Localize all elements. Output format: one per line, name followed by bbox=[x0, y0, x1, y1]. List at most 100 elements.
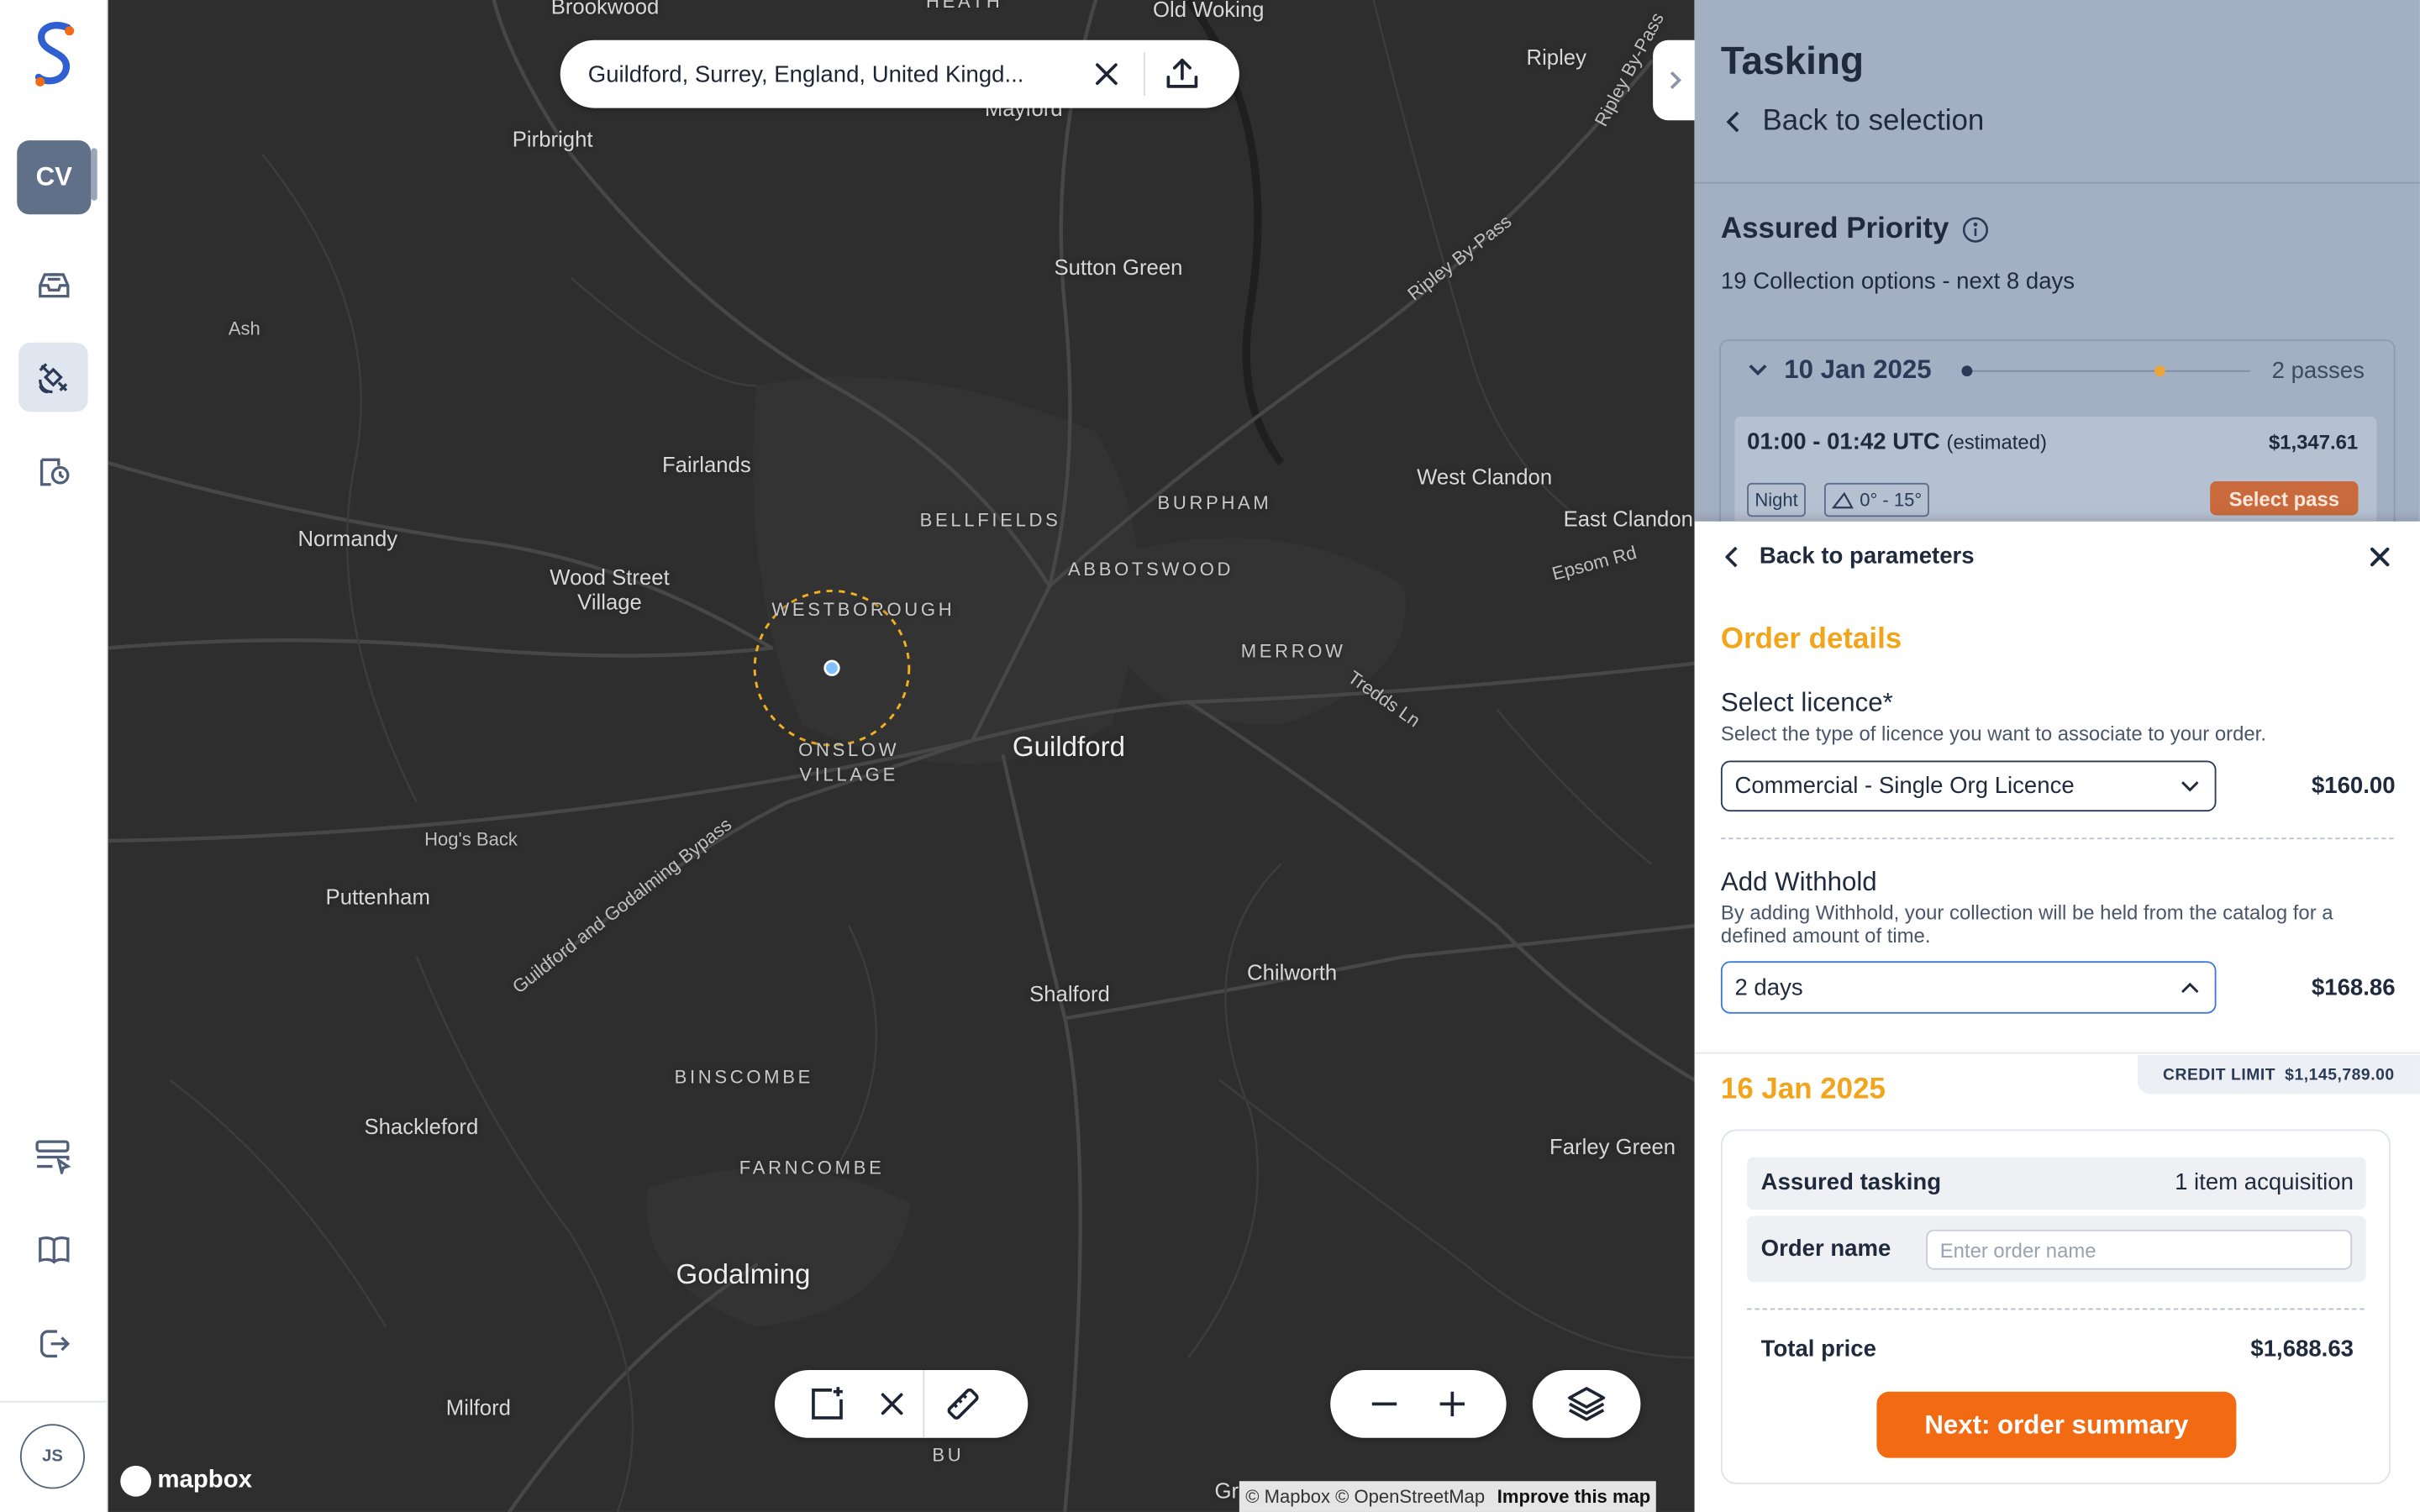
nav-history[interactable] bbox=[18, 437, 88, 507]
close-icon bbox=[881, 1393, 903, 1415]
select-pass-button[interactable]: Select pass bbox=[2210, 481, 2359, 516]
licence-select[interactable]: Commercial - Single Org Licence bbox=[1720, 760, 2217, 812]
location-search-value[interactable]: Guildford, Surrey, England, United Kingd… bbox=[588, 61, 1079, 87]
user-avatar[interactable]: JS bbox=[19, 1424, 86, 1489]
chevron-down-icon bbox=[2181, 780, 2199, 791]
chevron-right-icon bbox=[1670, 71, 1681, 89]
pass-timeline bbox=[1963, 370, 2250, 372]
assured-tasking-label: Assured tasking bbox=[1760, 1169, 1942, 1196]
collapse-panel-button[interactable] bbox=[1653, 39, 1695, 121]
back-to-selection-link[interactable]: Back to selection bbox=[1725, 105, 1984, 139]
nav-inbox[interactable] bbox=[18, 249, 88, 318]
divider bbox=[1720, 837, 2394, 840]
mapbox-logo-text: mapbox bbox=[157, 1467, 253, 1494]
ruler-icon bbox=[947, 1388, 979, 1420]
withhold-select[interactable]: 2 days bbox=[1720, 961, 2217, 1014]
pass-marker bbox=[1961, 365, 1973, 377]
map-label: Old Woking bbox=[1153, 0, 1265, 22]
chevron-down-icon bbox=[1749, 364, 1767, 376]
pass-group-header[interactable]: 10 Jan 2025 bbox=[1747, 354, 1932, 386]
pass-estimated: (estimated) bbox=[1946, 430, 2047, 454]
total-price-label: Total price bbox=[1760, 1336, 1876, 1362]
measure-button[interactable] bbox=[924, 1370, 1002, 1438]
clear-shape-button[interactable] bbox=[861, 1370, 923, 1438]
next-order-summary-button[interactable]: Next: order summary bbox=[1876, 1391, 2237, 1458]
credit-limit-badge: CREDIT LIMIT $1,145,789.00 bbox=[2137, 1055, 2420, 1095]
app-logo[interactable] bbox=[29, 18, 79, 89]
book-icon bbox=[38, 1236, 69, 1263]
withhold-selected-value: 2 days bbox=[1734, 974, 1803, 1001]
improve-map-link[interactable]: Improve this map bbox=[1497, 1486, 1650, 1508]
tasking-panel: Tasking Back to selection Assured Priori… bbox=[1694, 0, 2420, 1512]
map-label: Chilworth bbox=[1247, 959, 1338, 984]
map-label: Fairlands bbox=[661, 452, 751, 477]
map-label: BINSCOMBE bbox=[674, 1066, 813, 1088]
mapbox-logo[interactable]: mapbox bbox=[120, 1465, 253, 1497]
withhold-price: $168.86 bbox=[2311, 974, 2396, 1002]
map-label: ABBOTSWOOD bbox=[1067, 558, 1234, 580]
licence-label: Select licence* bbox=[1720, 688, 1893, 718]
map-label: Sutton Green bbox=[1054, 255, 1183, 280]
map-label: Farley Green bbox=[1549, 1133, 1676, 1159]
chevron-up-icon bbox=[2181, 982, 2199, 994]
map-canvas[interactable]: Brookwood HEATH Old Woking Ripley Ripley… bbox=[108, 0, 1695, 1512]
close-sheet-button[interactable] bbox=[2365, 540, 2396, 574]
nav-orders[interactable] bbox=[18, 1120, 88, 1189]
workspace-button[interactable]: CV bbox=[17, 140, 92, 215]
licence-selected-value: Commercial - Single Org Licence bbox=[1734, 773, 2075, 800]
layers-button[interactable] bbox=[1532, 1369, 1641, 1438]
collection-options-count: 19 Collection options - next 8 days bbox=[1720, 268, 2075, 295]
map-attribution: © Mapbox © OpenStreetMap Improve this ma… bbox=[1239, 1481, 1657, 1512]
licence-help: Select the type of licence you want to a… bbox=[1720, 722, 2266, 746]
map-label: BU bbox=[932, 1444, 965, 1466]
angle-icon bbox=[1832, 491, 1854, 509]
draw-area-button[interactable] bbox=[793, 1370, 861, 1438]
plus-icon bbox=[1439, 1391, 1465, 1417]
map-label: Shackleford bbox=[364, 1114, 479, 1139]
credit-limit-label: CREDIT LIMIT bbox=[2163, 1065, 2276, 1084]
upload-icon bbox=[1166, 58, 1198, 88]
summary-date: 16 Jan 2025 bbox=[1720, 1074, 1886, 1106]
map-label: MERROW bbox=[1240, 640, 1346, 662]
layers-icon bbox=[1568, 1387, 1606, 1421]
map-label: Godalming bbox=[676, 1258, 811, 1290]
chevron-left-icon bbox=[1726, 111, 1739, 133]
map-label: Pirbright bbox=[512, 126, 593, 151]
map-label: East Clandon bbox=[1563, 506, 1693, 531]
close-icon bbox=[1096, 63, 1118, 86]
nav-docs[interactable] bbox=[18, 1214, 88, 1284]
clock-document-icon bbox=[39, 457, 69, 486]
order-name-label: Order name bbox=[1760, 1236, 1891, 1263]
nav-logout[interactable] bbox=[18, 1309, 88, 1378]
left-nav-rail: CV JS bbox=[0, 0, 108, 1512]
total-price-value: $1,688.63 bbox=[2250, 1336, 2354, 1362]
nav-tasking[interactable] bbox=[18, 342, 88, 412]
assured-priority-heading: Assured Priority bbox=[1721, 213, 1989, 246]
clear-search-button[interactable] bbox=[1079, 46, 1134, 102]
upload-aoi-button[interactable] bbox=[1155, 46, 1210, 102]
pass-time-range: 01:00 - 01:42 UTC bbox=[1747, 428, 1940, 455]
divider bbox=[1143, 52, 1145, 96]
withhold-label: Add Withhold bbox=[1720, 867, 1877, 897]
map-label: Puttenham bbox=[325, 884, 430, 909]
location-search[interactable]: Guildford, Surrey, England, United Kingd… bbox=[560, 39, 1239, 108]
night-badge-label: Night bbox=[1754, 489, 1798, 511]
credit-limit-value: $1,145,789.00 bbox=[2285, 1065, 2395, 1084]
page-title: Tasking bbox=[1720, 39, 1865, 84]
zoom-in-button[interactable] bbox=[1418, 1370, 1486, 1438]
attribution-text[interactable]: © Mapbox © OpenStreetMap bbox=[1245, 1486, 1485, 1508]
draw-toolbar bbox=[775, 1369, 1028, 1438]
back-to-parameters-link[interactable]: Back to parameters bbox=[1725, 543, 1975, 570]
order-name-input[interactable] bbox=[1926, 1229, 2353, 1270]
angle-badge-label: 0° - 15° bbox=[1860, 489, 1923, 511]
map-label: Milford bbox=[445, 1394, 511, 1420]
map-label: Brookwood bbox=[550, 0, 660, 19]
user-initials: JS bbox=[42, 1446, 63, 1466]
zoom-out-button[interactable] bbox=[1350, 1370, 1418, 1438]
info-icon[interactable] bbox=[1961, 216, 1989, 244]
pass-group-date: 10 Jan 2025 bbox=[1784, 354, 1932, 385]
angle-badge: 0° - 15° bbox=[1823, 482, 1930, 517]
list-cursor-icon bbox=[34, 1139, 71, 1173]
inbox-icon bbox=[38, 272, 69, 297]
map-label: WESTBOROUGH bbox=[771, 598, 955, 621]
